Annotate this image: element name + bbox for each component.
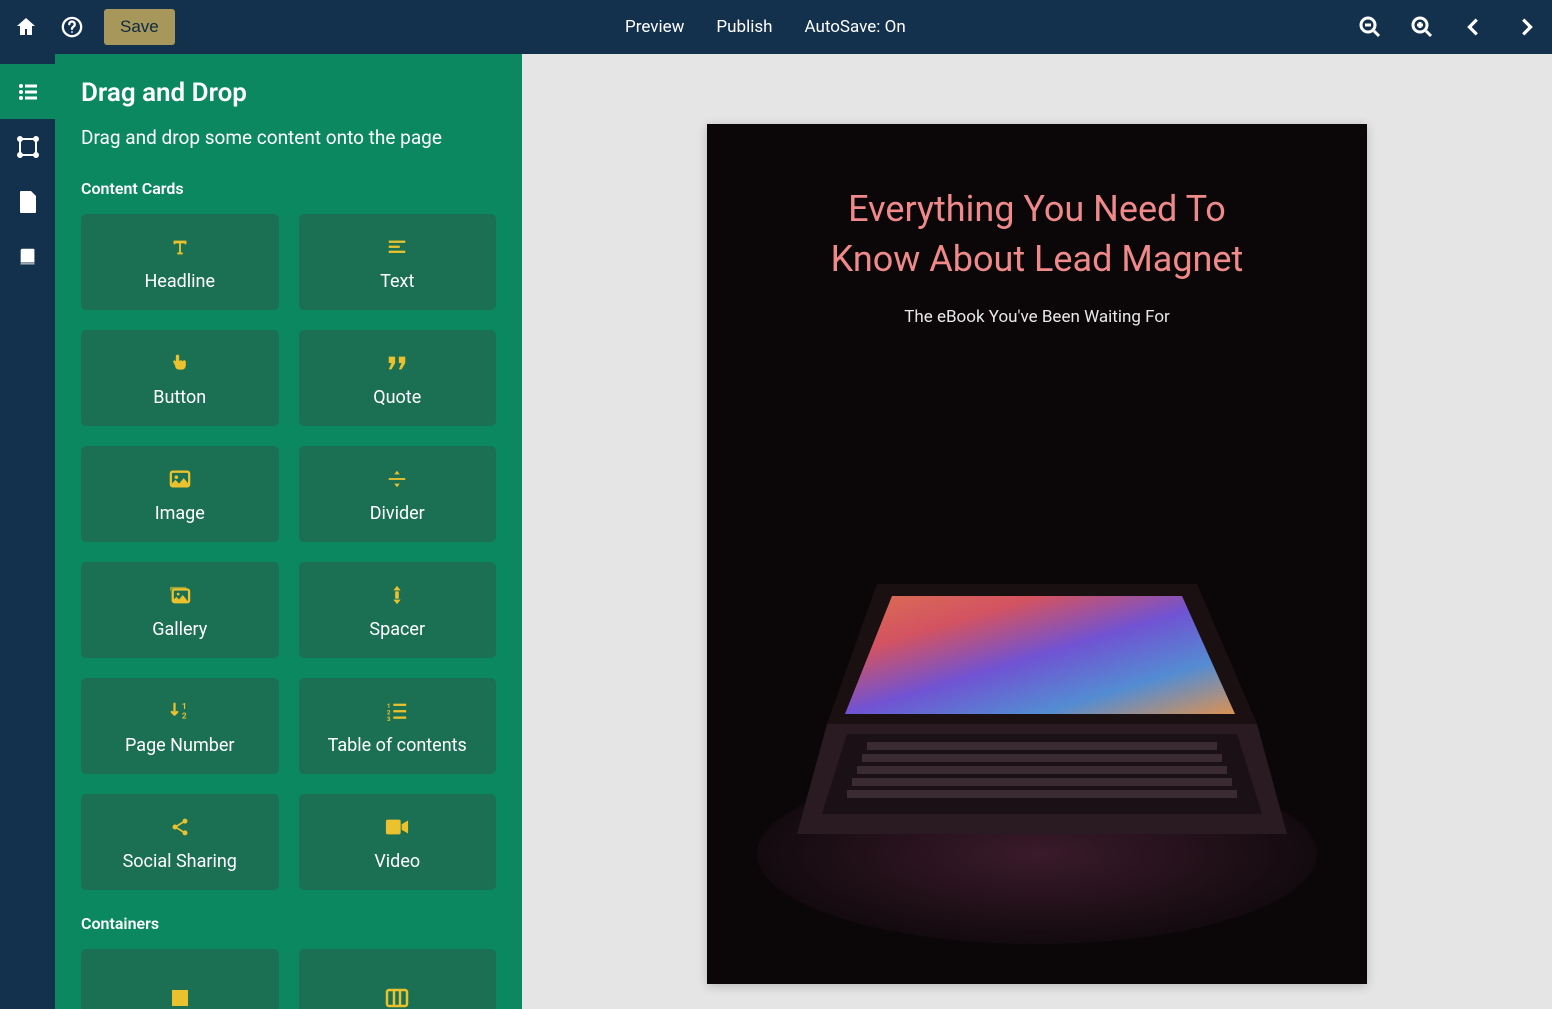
content-card-headline[interactable]: Headline	[81, 214, 279, 310]
content-card-spacer[interactable]: Spacer	[299, 562, 497, 658]
content-card-divider[interactable]: Divider	[299, 446, 497, 542]
video-icon	[385, 815, 409, 839]
card-label: Spacer	[369, 619, 425, 640]
container-card-0[interactable]	[81, 949, 279, 1009]
sidebar-panel: Drag and Drop Drag and drop some content…	[55, 54, 522, 1009]
home-icon[interactable]	[12, 13, 40, 41]
content-card-page-number[interactable]: 12 Page Number	[81, 678, 279, 774]
card-label: Text	[380, 271, 414, 292]
content-card-button[interactable]: Button	[81, 330, 279, 426]
container-card-1[interactable]	[299, 949, 497, 1009]
preview-link[interactable]: Preview	[625, 17, 684, 37]
divider-icon	[386, 467, 408, 491]
quote-icon	[386, 351, 408, 375]
page-preview[interactable]: Everything You Need To Know About Lead M…	[707, 124, 1367, 984]
rail-item-book[interactable]	[0, 229, 55, 284]
zoom-in-icon[interactable]	[1408, 13, 1436, 41]
content-card-table-of-contents[interactable]: 123 Table of contents	[299, 678, 497, 774]
card-label: Quote	[373, 387, 421, 408]
card-label: Button	[153, 387, 206, 408]
sort-num-icon: 12	[169, 699, 191, 723]
publish-link[interactable]: Publish	[716, 17, 772, 37]
left-rail	[0, 54, 55, 1009]
section-containers: Containers	[81, 914, 496, 933]
content-card-text[interactable]: Text	[299, 214, 497, 310]
content-card-social-sharing[interactable]: Social Sharing	[81, 794, 279, 890]
card-label: Image	[155, 503, 205, 524]
rail-item-layout[interactable]	[0, 119, 55, 174]
spacer-icon	[389, 583, 405, 607]
next-page-icon[interactable]	[1512, 13, 1540, 41]
share-icon	[170, 815, 190, 839]
card-label: Table of contents	[328, 735, 467, 756]
content-card-gallery[interactable]: Gallery	[81, 562, 279, 658]
columns-icon	[385, 986, 409, 1009]
page-subtitle: The eBook You've Been Waiting For	[707, 295, 1367, 327]
list-ol-icon: 123	[386, 699, 408, 723]
content-card-image[interactable]: Image	[81, 446, 279, 542]
page-image	[757, 524, 1317, 944]
sidebar-title: Drag and Drop	[81, 78, 496, 108]
gallery-icon	[168, 583, 192, 607]
card-label: Social Sharing	[123, 851, 237, 872]
prev-page-icon[interactable]	[1460, 13, 1488, 41]
pointer-icon	[170, 351, 190, 375]
image-icon	[169, 467, 191, 491]
section-content-cards: Content Cards	[81, 179, 496, 198]
content-card-video[interactable]: Video	[299, 794, 497, 890]
autosave-toggle[interactable]: AutoSave: On	[804, 17, 905, 37]
card-label: Gallery	[152, 619, 207, 640]
align-left-icon	[386, 235, 408, 259]
help-icon[interactable]	[58, 13, 86, 41]
rail-item-pages[interactable]	[0, 174, 55, 229]
card-label: Headline	[144, 271, 215, 292]
svg-text:3: 3	[387, 715, 391, 721]
card-label: Page Number	[125, 735, 234, 756]
card-label: Divider	[370, 503, 425, 524]
content-card-quote[interactable]: Quote	[299, 330, 497, 426]
save-button[interactable]: Save	[104, 9, 175, 45]
svg-text:2: 2	[182, 711, 187, 721]
top-bar: Save Preview Publish AutoSave: On	[0, 0, 1552, 54]
zoom-out-icon[interactable]	[1356, 13, 1384, 41]
sidebar-description: Drag and drop some content onto the page	[81, 126, 496, 149]
type-icon	[169, 235, 191, 259]
box-icon	[170, 986, 190, 1009]
canvas[interactable]: Everything You Need To Know About Lead M…	[522, 54, 1552, 1009]
card-label: Video	[374, 851, 420, 872]
page-headline: Everything You Need To Know About Lead M…	[707, 124, 1367, 295]
rail-item-blocks[interactable]	[0, 64, 55, 119]
